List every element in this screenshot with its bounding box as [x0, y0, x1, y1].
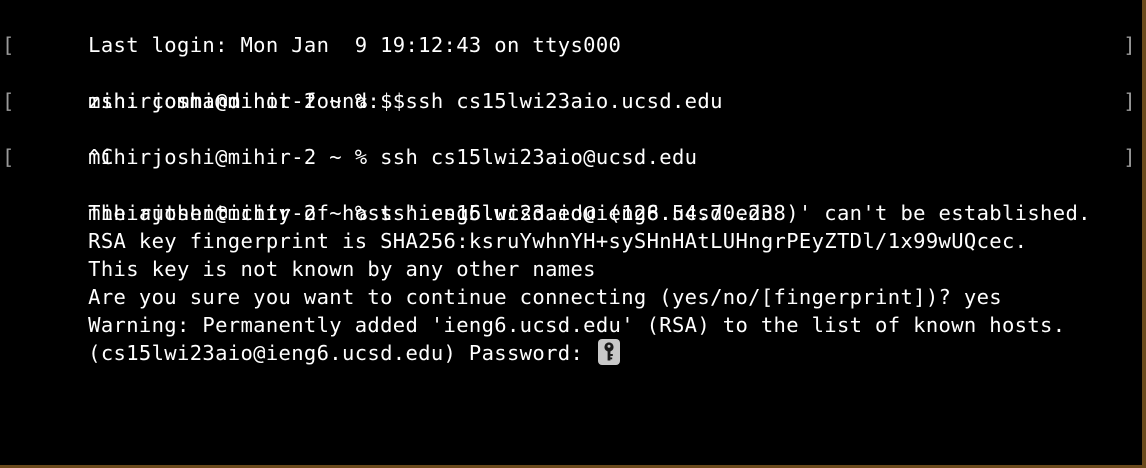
terminal-prompt-line: [ mihirjoshi@mihir-2 ~ % ssh cs15lwi23ai…	[2, 143, 1136, 225]
key-icon-glyph	[604, 342, 614, 361]
mark-bracket-left: [	[2, 33, 15, 57]
terminal-prompt-line: [ mihirjoshi@mihir-2 ~ % ssh cs15lwi23ai…	[2, 87, 1136, 169]
password-prompt: (cs15lwi23aio@ieng6.ucsd.edu) Password:	[88, 341, 596, 365]
terminal-window[interactable]: Last login: Mon Jan 9 19:12:43 on ttys00…	[0, 0, 1146, 468]
terminal-line: RSA key fingerprint is SHA256:ksruYwhnYH…	[12, 199, 1134, 253]
terminal-line: Are you sure you want to continue connec…	[12, 255, 1134, 309]
terminal-output[interactable]: Last login: Mon Jan 9 19:12:43 on ttys00…	[2, 3, 1136, 365]
mark-bracket-left: [	[2, 89, 15, 113]
key-icon[interactable]	[597, 339, 620, 365]
terminal-line: This key is not known by any other names	[12, 227, 1134, 281]
terminal-line: The authenticity of host 'ieng6.ucsd.edu…	[12, 171, 1134, 225]
terminal-line: Warning: Permanently added 'ieng6.ucsd.e…	[12, 283, 1134, 337]
password-prompt-line[interactable]: (cs15lwi23aio@ieng6.ucsd.edu) Password:	[12, 311, 1134, 365]
terminal-line: zsh: command not found: $	[12, 59, 1134, 113]
mark-bracket-left: [	[2, 145, 15, 169]
mark-bracket-right: ]	[1123, 89, 1136, 113]
terminal-line: Last login: Mon Jan 9 19:12:43 on ttys00…	[12, 3, 1134, 57]
terminal-prompt-line: [ mihirjoshi@mihir-2 ~ % $ ssh cs15lwi23…	[2, 31, 1136, 113]
mark-bracket-right: ]	[1123, 33, 1136, 57]
mark-bracket-right: ]	[1123, 145, 1136, 169]
terminal-line: ^C	[12, 115, 1134, 169]
